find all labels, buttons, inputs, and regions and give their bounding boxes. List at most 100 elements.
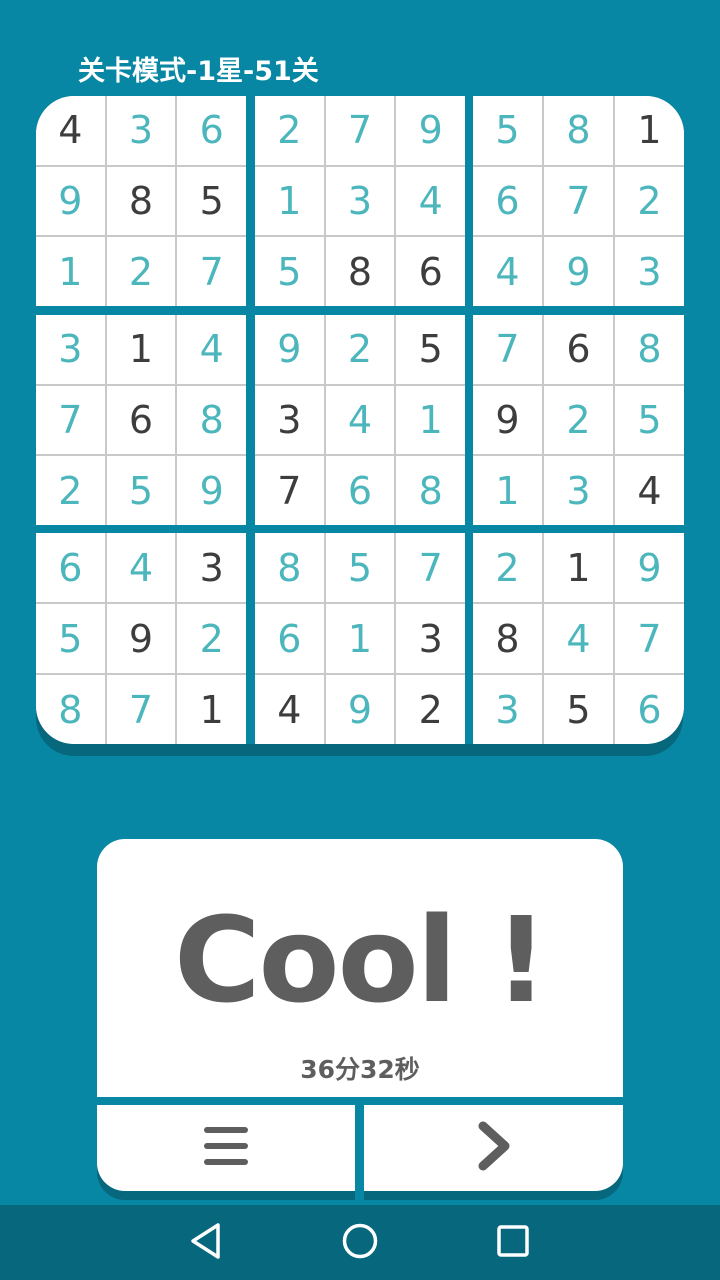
sudoku-cell[interactable]: 7	[255, 456, 324, 525]
sudoku-cell[interactable]: 4	[473, 237, 542, 306]
sudoku-cell[interactable]: 3	[255, 385, 324, 455]
sudoku-cell[interactable]: 8	[615, 315, 684, 384]
sudoku-cell[interactable]: 5	[544, 675, 613, 744]
result-message: Cool !	[173, 891, 548, 1029]
sudoku-cell[interactable]: 8	[177, 385, 246, 455]
sudoku-cell[interactable]: 1	[473, 456, 542, 525]
sudoku-cell[interactable]: 6	[177, 96, 246, 165]
sudoku-cell[interactable]: 3	[106, 96, 176, 165]
level-title: 关卡模式-1星-51关	[78, 56, 319, 87]
sudoku-cell[interactable]: 6	[615, 675, 684, 744]
sudoku-cell[interactable]: 9	[544, 237, 613, 306]
sudoku-box: 219 847 356	[473, 533, 684, 744]
sudoku-cell[interactable]: 2	[544, 385, 613, 455]
sudoku-cell[interactable]: 2	[615, 166, 684, 236]
sudoku-cell[interactable]: 2	[36, 456, 105, 525]
sudoku-cell[interactable]: 5	[396, 315, 465, 384]
sudoku-cell[interactable]: 3	[473, 675, 542, 744]
sudoku-cell[interactable]: 9	[615, 533, 684, 602]
sudoku-cell[interactable]: 3	[177, 533, 246, 602]
sudoku-cell[interactable]: 8	[255, 533, 324, 602]
sudoku-cell[interactable]: 6	[36, 533, 105, 602]
sudoku-cell[interactable]: 8	[544, 96, 613, 165]
recents-square-icon	[496, 1224, 530, 1262]
sudoku-cell[interactable]: 6	[473, 166, 542, 236]
sudoku-cell[interactable]: 8	[396, 456, 465, 525]
sudoku-cell[interactable]: 5	[177, 166, 246, 236]
sudoku-cell[interactable]: 2	[255, 96, 324, 165]
sudoku-cell[interactable]: 4	[106, 533, 176, 602]
sudoku-cell[interactable]: 6	[106, 385, 176, 455]
sudoku-cell[interactable]: 1	[544, 533, 613, 602]
sudoku-cell[interactable]: 9	[473, 385, 542, 455]
sudoku-cell[interactable]: 6	[325, 456, 395, 525]
sudoku-cell[interactable]: 5	[615, 385, 684, 455]
sudoku-cell[interactable]: 1	[615, 96, 684, 165]
sudoku-cell[interactable]: 2	[396, 675, 465, 744]
nav-recents-button[interactable]	[487, 1217, 539, 1269]
sudoku-cell[interactable]: 6	[396, 237, 465, 306]
sudoku-cell[interactable]: 5	[106, 456, 176, 525]
sudoku-cell[interactable]: 1	[106, 315, 176, 384]
sudoku-cell[interactable]: 2	[325, 315, 395, 384]
sudoku-cell[interactable]: 4	[255, 675, 324, 744]
sudoku-cell[interactable]: 8	[106, 166, 176, 236]
sudoku-cell[interactable]: 3	[544, 456, 613, 525]
sudoku-cell[interactable]: 7	[36, 385, 105, 455]
sudoku-cell[interactable]: 9	[396, 96, 465, 165]
sudoku-cell[interactable]: 4	[615, 456, 684, 525]
sudoku-cell[interactable]: 9	[177, 456, 246, 525]
nav-home-button[interactable]	[334, 1217, 386, 1269]
sudoku-cell[interactable]: 7	[473, 315, 542, 384]
next-level-button[interactable]	[364, 1105, 623, 1191]
sudoku-cell[interactable]: 3	[615, 237, 684, 306]
sudoku-cell[interactable]: 1	[36, 237, 105, 306]
nav-back-button[interactable]	[180, 1217, 232, 1269]
sudoku-cell[interactable]: 9	[36, 166, 105, 236]
sudoku-cell[interactable]: 2	[177, 604, 246, 673]
menu-icon	[204, 1126, 248, 1170]
back-triangle-icon	[189, 1222, 223, 1264]
sudoku-cell[interactable]: 7	[106, 675, 176, 744]
sudoku-cell[interactable]: 8	[473, 604, 542, 673]
sudoku-cell[interactable]: 7	[544, 166, 613, 236]
sudoku-cell[interactable]: 4	[396, 166, 465, 236]
sudoku-cell[interactable]: 8	[325, 237, 395, 306]
sudoku-cell[interactable]: 2	[106, 237, 176, 306]
sudoku-cell[interactable]: 1	[255, 166, 324, 236]
sudoku-cell[interactable]: 9	[325, 675, 395, 744]
sudoku-cell[interactable]: 7	[177, 237, 246, 306]
sudoku-cell[interactable]: 4	[177, 315, 246, 384]
sudoku-cell[interactable]: 7	[615, 604, 684, 673]
sudoku-cell[interactable]: 6	[255, 604, 324, 673]
sudoku-cell[interactable]: 3	[396, 604, 465, 673]
sudoku-cell[interactable]: 1	[396, 385, 465, 455]
sudoku-cell[interactable]: 3	[36, 315, 105, 384]
sudoku-cell[interactable]: 8	[36, 675, 105, 744]
system-navigation-bar	[0, 1205, 720, 1280]
sudoku-cell[interactable]: 1	[325, 604, 395, 673]
elapsed-time: 36分32秒	[300, 1055, 420, 1084]
sudoku-cell[interactable]: 7	[325, 96, 395, 165]
sudoku-cell[interactable]: 9	[106, 604, 176, 673]
sudoku-box: 279 134 586	[255, 96, 465, 306]
sudoku-cell[interactable]: 5	[255, 237, 324, 306]
sudoku-cell[interactable]: 4	[544, 604, 613, 673]
sudoku-box: 925 341 768	[255, 315, 465, 525]
sudoku-cell[interactable]: 1	[177, 675, 246, 744]
sudoku-cell[interactable]: 7	[396, 533, 465, 602]
menu-button[interactable]	[97, 1105, 355, 1191]
sudoku-box: 436 985 127	[36, 96, 246, 306]
sudoku-cell[interactable]: 5	[325, 533, 395, 602]
sudoku-cell[interactable]: 6	[544, 315, 613, 384]
sudoku-cell[interactable]: 5	[473, 96, 542, 165]
sudoku-cell[interactable]: 2	[473, 533, 542, 602]
sudoku-cell[interactable]: 5	[36, 604, 105, 673]
sudoku-board: 4369851272791345865816724933147682599253…	[36, 96, 684, 744]
sudoku-cell[interactable]: 4	[36, 96, 105, 165]
sudoku-box: 314 768 259	[36, 315, 246, 525]
sudoku-cell[interactable]: 4	[325, 385, 395, 455]
sudoku-cell[interactable]: 3	[325, 166, 395, 236]
sudoku-cell[interactable]: 9	[255, 315, 324, 384]
chevron-right-icon	[477, 1121, 511, 1175]
